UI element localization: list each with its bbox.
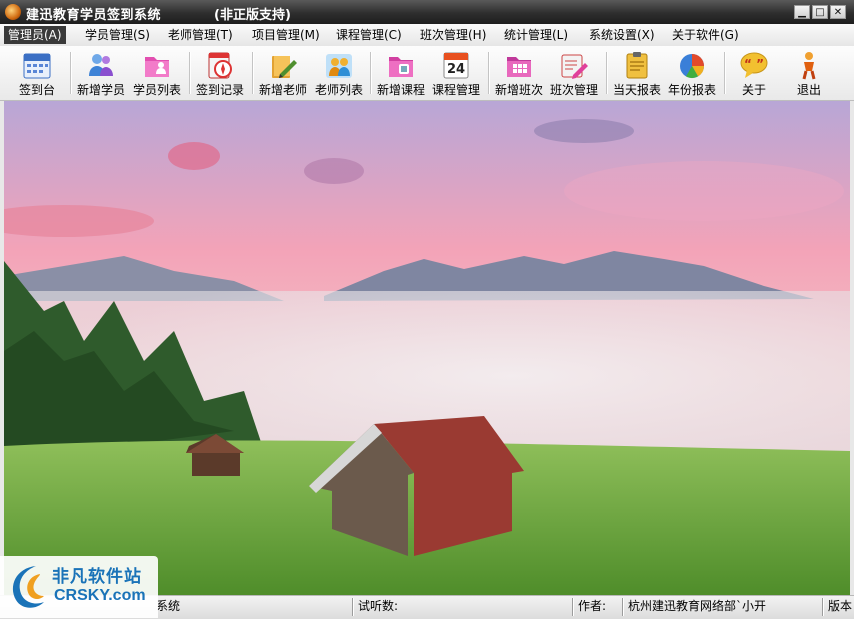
license-note: (非正版支持) [214,8,291,23]
toolbar-label: 学员列表 [132,83,181,97]
class-manage-button[interactable]: 班次管理 [548,48,600,98]
maximize-button[interactable]: □ [812,5,828,19]
grid-folder-icon [507,57,531,77]
watermark-cn-text: 非凡软件站 [52,567,142,587]
status-divider [352,598,354,616]
window-title: 建迅教育学员签到系统 [26,8,162,23]
toolbar-separator [252,52,254,94]
speech-bubble-icon: “ ” [740,52,768,78]
pencil-book-icon [272,56,297,78]
status-version-label: 版本 [828,599,853,613]
app-logo-icon [5,4,21,20]
toolbar-separator [488,52,490,94]
about-button[interactable]: “ ” 关于 [730,48,778,98]
add-users-icon [89,54,113,76]
toolbar-label: 新增老师 [258,83,307,97]
toolbar-label: 班次管理 [549,83,598,97]
report-clip-icon [626,52,648,79]
pie-chart-icon [680,54,704,79]
status-divider [572,598,574,616]
landscape-image [4,101,850,595]
menu-teachers[interactable]: 老师管理(T) [164,26,237,44]
watermark: 非凡软件站 CRSKY.com [0,556,158,618]
status-trial-label: 试听数: [358,599,399,613]
daily-report-button[interactable]: 当天报表 [611,48,663,98]
calendar-icon [23,53,51,79]
toolbar-label: 当天报表 [612,83,661,97]
toolbar-label: 新增课程 [376,83,425,97]
status-trial-value [410,598,560,615]
user-folder-icon [145,57,169,77]
toolbar-separator [724,52,726,94]
calendar-day-number: 24 [447,62,465,77]
status-divider [822,598,824,616]
menu-classes[interactable]: 班次管理(H) [416,26,490,44]
add-student-button[interactable]: 新增学员 [76,48,126,98]
menu-bar: 管理员(A) 学员管理(S) 老师管理(T) 项目管理(M) 课程管理(C) 班… [0,24,854,47]
student-list-button[interactable]: 学员列表 [131,48,183,98]
menu-courses[interactable]: 课程管理(C) [332,26,406,44]
teacher-list-button[interactable]: 老师列表 [313,48,365,98]
crsky-logo-icon [12,566,44,608]
menu-admin[interactable]: 管理员(A) [4,26,66,44]
course-manage-button[interactable]: 24 课程管理 [430,48,482,98]
edit-pen-icon [561,54,588,79]
toolbar-separator [189,52,191,94]
toolbar-separator [370,52,372,94]
close-button[interactable]: ✕ [830,5,846,19]
toolbar-separator [606,52,608,94]
toolbar-label: 课程管理 [431,83,480,97]
background-landscape [4,101,850,595]
menu-projects[interactable]: 项目管理(M) [248,26,324,44]
menu-about-software[interactable]: 关于软件(G) [668,26,743,44]
toolbar-label: 关于 [741,83,766,97]
minimize-button[interactable]: ▁ [794,5,810,19]
checkin-records-button[interactable]: 签到记录 [194,48,246,98]
add-teacher-button[interactable]: 新增老师 [257,48,309,98]
menu-students[interactable]: 学员管理(S) [81,26,154,44]
toolbar-label: 签到记录 [195,83,244,97]
toolbar: 签到台 新增学员 学员列表 签到记录 新增老师 老师列表 新增课程 24 课程管… [0,46,854,101]
toolbar-label: 年份报表 [667,83,716,97]
title-bar: 建迅教育学员签到系统 (非正版支持) ▁ □ ✕ [0,0,854,24]
checkin-desk-button[interactable]: 签到台 [12,48,62,98]
yearly-report-button[interactable]: 年份报表 [666,48,718,98]
watermark-en-text: CRSKY.com [54,587,146,604]
status-system: 系统 [156,599,181,613]
status-author-label: 作者: [578,599,607,613]
toolbar-label: 签到台 [18,83,55,97]
status-divider [622,598,624,616]
svg-text:“ ”: “ ” [744,57,764,71]
add-course-button[interactable]: 新增课程 [375,48,427,98]
toolbar-label: 退出 [796,83,821,97]
menu-settings[interactable]: 系统设置(X) [585,26,659,44]
course-folder-icon [389,57,413,77]
menu-statistics[interactable]: 统计管理(L) [500,26,572,44]
status-author-value: 杭州建迅教育网络部`小开 [628,599,767,613]
teachers-icon [326,54,352,78]
calendar-24-icon: 24 [443,52,469,79]
toolbar-label: 新增班次 [494,83,543,97]
toolbar-label: 老师列表 [314,83,363,97]
record-compass-icon [208,52,232,79]
toolbar-label: 新增学员 [76,83,125,97]
toolbar-separator [70,52,72,94]
add-class-button[interactable]: 新增班次 [493,48,545,98]
exit-button[interactable]: 退出 [786,48,832,98]
exit-person-icon [802,52,816,80]
